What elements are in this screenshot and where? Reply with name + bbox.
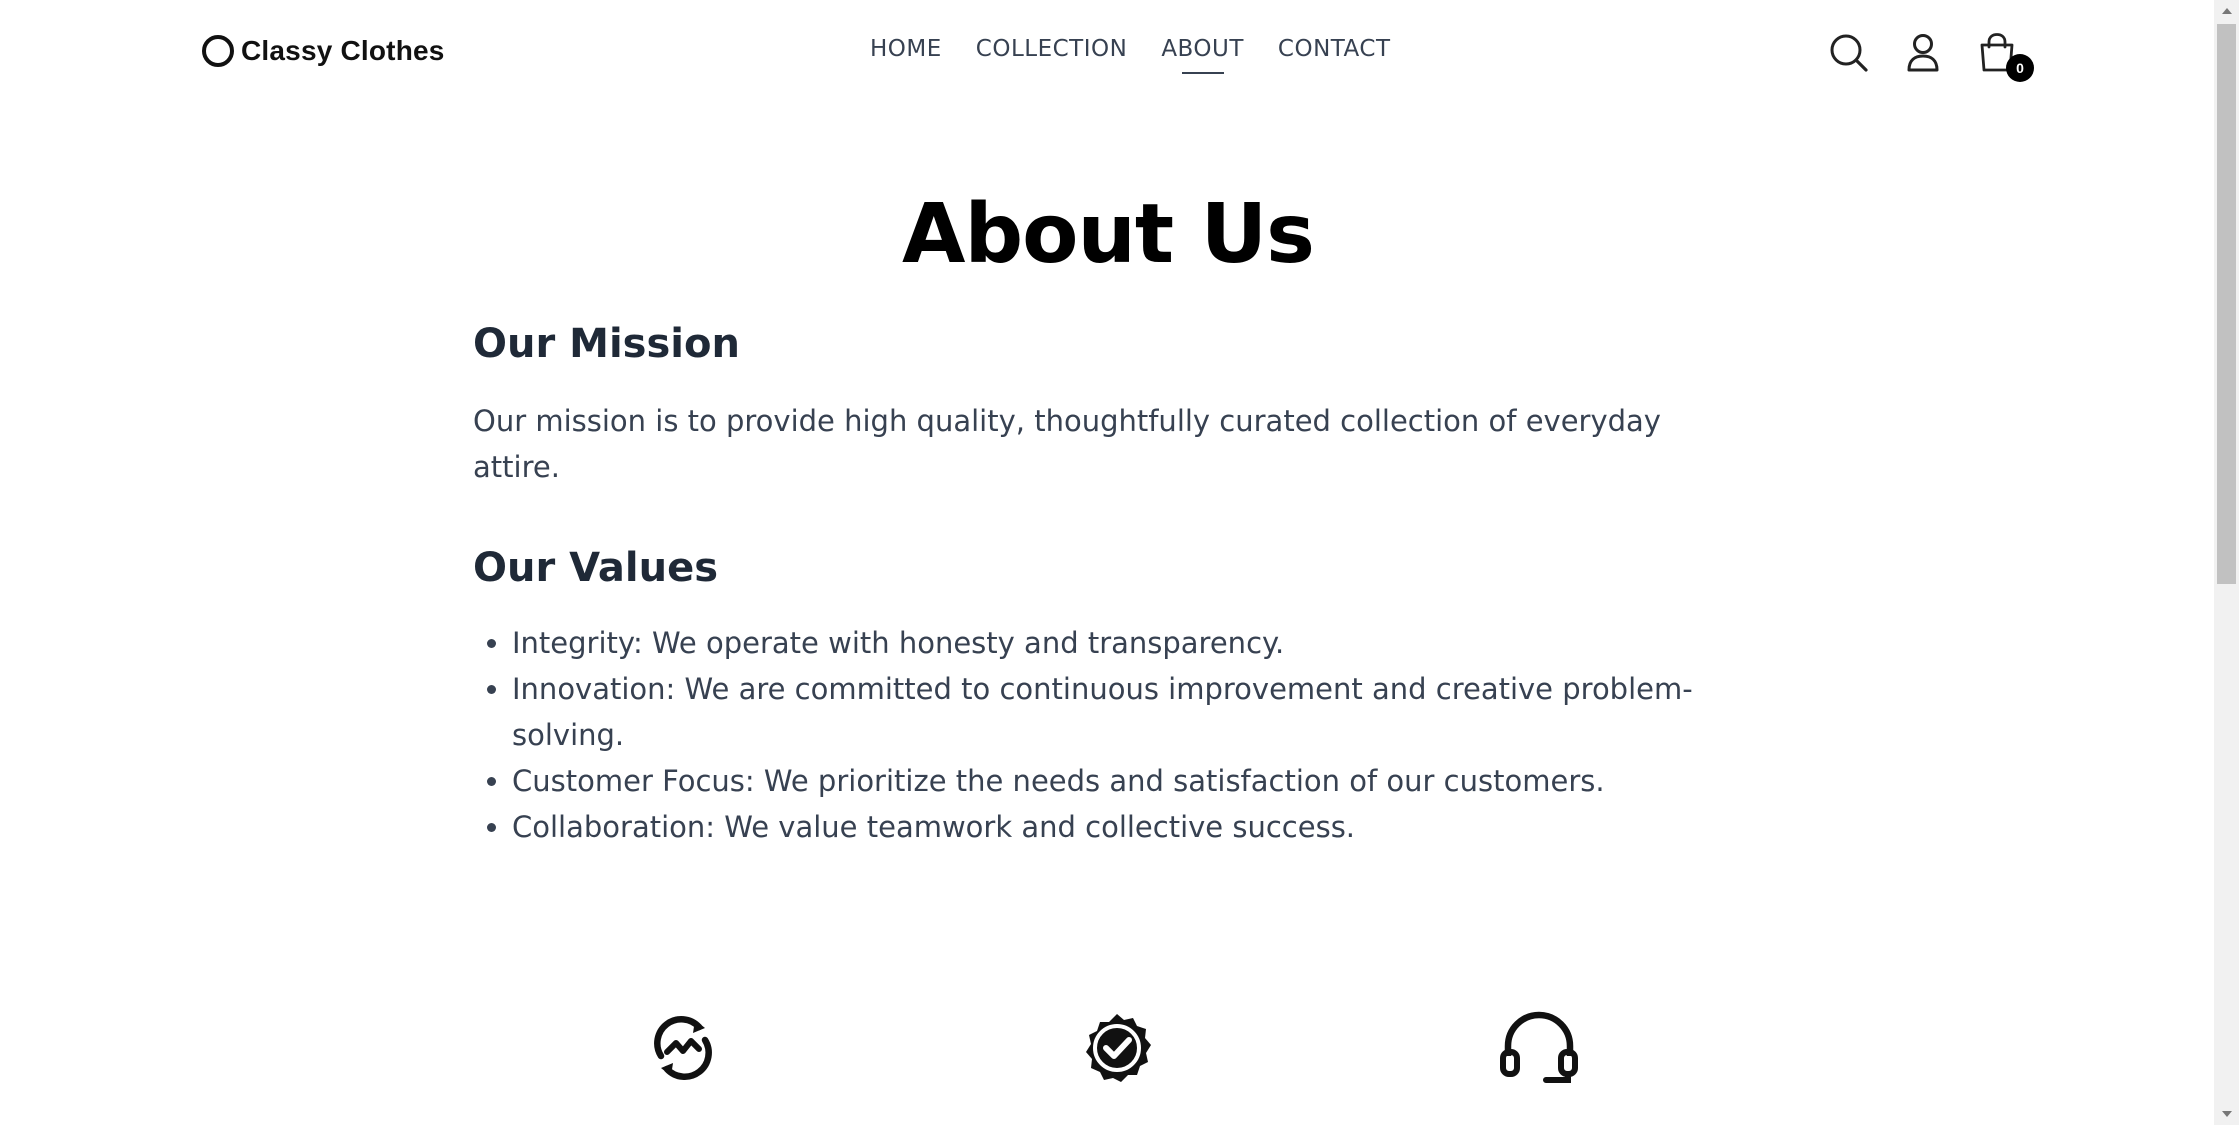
nav-about[interactable]: ABOUT: [1161, 30, 1244, 68]
cart-icon[interactable]: 0: [1974, 30, 2034, 82]
quality-badge-icon: [1079, 1010, 1155, 1086]
value-item-innovation: Innovation: We are committed to continuo…: [512, 666, 1782, 758]
value-item-collaboration: Collaboration: We value teamwork and col…: [512, 804, 1782, 850]
values-heading: Our Values: [473, 545, 719, 591]
user-icon[interactable]: [1900, 30, 1946, 76]
scroll-up-arrow-icon[interactable]: [2214, 0, 2239, 22]
logo-circle-icon: [202, 35, 234, 67]
value-item-customer-focus: Customer Focus: We prioritize the needs …: [512, 758, 1782, 804]
values-list: Integrity: We operate with honesty and t…: [473, 620, 1782, 850]
value-item-integrity: Integrity: We operate with honesty and t…: [512, 620, 1782, 666]
header-icons: 0: [1826, 30, 2034, 82]
cart-count-badge: 0: [2006, 54, 2034, 82]
site-header: Classy Clothes HOME COLLECTION ABOUT CON…: [0, 0, 2214, 110]
mission-heading: Our Mission: [473, 321, 740, 367]
nav-contact[interactable]: CONTACT: [1278, 30, 1391, 68]
nav-collection[interactable]: COLLECTION: [976, 30, 1128, 68]
nav-home[interactable]: HOME: [870, 30, 942, 68]
page-title: About Us: [901, 187, 1315, 282]
scrollbar-thumb[interactable]: [2217, 24, 2236, 584]
mission-text: Our mission is to provide high quality, …: [473, 404, 1661, 484]
exchange-icon: [645, 1010, 721, 1086]
logo-text: Classy Clothes: [241, 35, 445, 66]
scroll-down-arrow-icon[interactable]: [2214, 1103, 2239, 1125]
search-icon[interactable]: [1826, 30, 1872, 76]
support-headset-icon: [1498, 1010, 1580, 1086]
page-scrollbar[interactable]: [2214, 0, 2239, 1125]
logo[interactable]: Classy Clothes: [201, 34, 445, 68]
